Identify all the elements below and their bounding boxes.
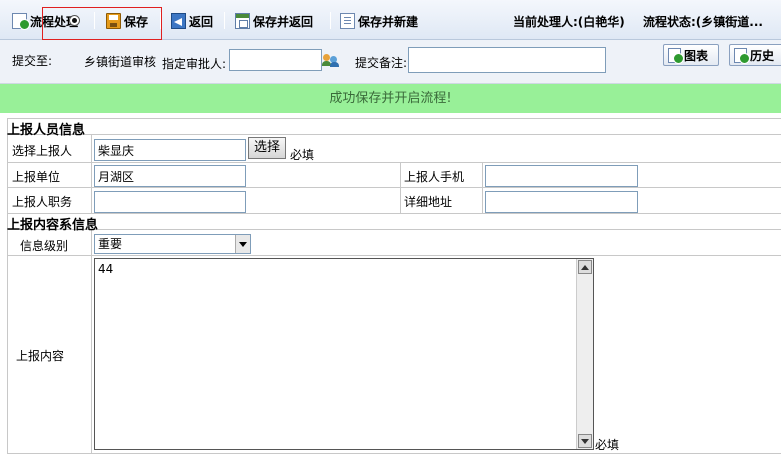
grid-line [91,229,92,453]
level-value: 重要 [98,237,123,251]
level-label: 信息级别 [20,239,69,253]
position-input[interactable] [94,191,246,213]
chevron-down-icon[interactable] [235,235,250,253]
content-section-title: 上报内容系信息 [7,218,99,233]
content-textarea[interactable]: 44 [94,258,594,450]
content-text: 44 [98,262,114,276]
content-label: 上报内容 [16,349,65,363]
grid-line [7,453,781,454]
address-label: 详细地址 [404,195,453,209]
chart-label: 图表 [684,48,709,63]
select-reporter-label: 选择上报人 [12,144,73,158]
history-button[interactable]: 历史 [729,44,781,66]
toolbar-separator [224,12,225,29]
reporter-name-input[interactable] [94,139,246,161]
address-input[interactable] [485,191,638,213]
unit-label: 上报单位 [12,170,61,184]
approver-input[interactable] [229,49,322,71]
position-label: 上报人职务 [12,195,73,209]
toolbar-separator [330,12,331,29]
process-status: 流程状态:(乡镇街道... [643,15,763,29]
highlight-box [42,7,162,40]
save-and-back-icon [235,13,250,29]
submit-option-radio[interactable] [69,15,80,26]
save-and-new-label: 保存并新建 [358,14,419,29]
chart-button[interactable]: 图表 [663,44,719,66]
approver-label: 指定审批人: [162,57,227,71]
grid-line [7,118,781,119]
success-message: 成功保存并开启流程! [0,84,781,113]
grid-line [482,162,483,213]
grid-line [7,162,781,163]
reporter-section-title: 上报人员信息 [7,123,86,138]
process-icon [12,13,30,30]
phone-input[interactable] [485,165,638,187]
grid-line [7,213,781,214]
grid-line [7,134,781,135]
required-text: 必填 [290,148,315,162]
phone-label: 上报人手机 [404,170,465,184]
remark-label: 提交备注: [355,56,408,70]
grid-line [400,162,401,213]
save-and-new-button[interactable]: 保存并新建 [340,11,418,31]
current-handler: 当前处理人:(白艳华) [513,15,625,29]
unit-input[interactable] [94,165,246,187]
back-icon [171,13,186,29]
scroll-up-icon[interactable] [578,260,592,274]
save-and-new-icon [340,13,355,29]
textarea-scrollbar[interactable] [576,259,593,449]
grid-line [7,255,781,256]
submit-to-label: 提交至: [12,54,53,68]
scroll-down-icon[interactable] [578,434,592,448]
grid-line [7,229,781,230]
save-and-back-label: 保存并返回 [253,14,314,29]
submit-option-label: 乡镇街道审核 [84,55,157,69]
save-and-back-button[interactable]: 保存并返回 [235,11,313,31]
back-label: 返回 [189,14,214,29]
select-people-icon[interactable] [322,53,340,67]
remark-input[interactable] [408,47,606,73]
choose-button[interactable]: 选择 [248,137,286,159]
content-required-text: 必填 [595,438,620,452]
grid-line [7,187,781,188]
grid-line [91,134,92,213]
history-icon [734,47,750,64]
back-button[interactable]: 返回 [171,11,213,31]
history-label: 历史 [750,48,775,63]
level-select[interactable]: 重要 [94,234,251,254]
chart-icon [668,47,684,64]
